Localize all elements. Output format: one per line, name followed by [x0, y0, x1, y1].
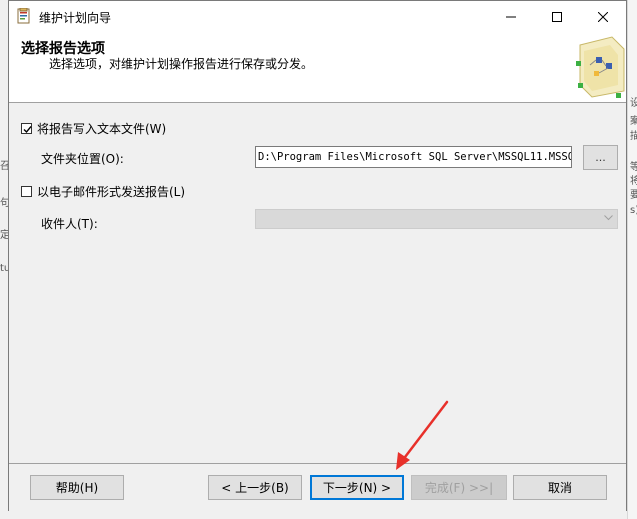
wizard-header: 选择报告选项 选择选项，对维护计划操作报告进行保存或分发。	[9, 32, 626, 103]
help-button[interactable]: 帮助(H)	[30, 475, 124, 500]
browse-folder-button[interactable]: ...	[583, 145, 618, 170]
write-to-file-checkbox[interactable]	[21, 123, 32, 134]
folder-location-input[interactable]: D:\Program Files\Microsoft SQL Server\MS…	[255, 146, 572, 168]
checkmark-icon	[23, 126, 32, 134]
minimize-icon	[506, 16, 516, 17]
window-title: 维护计划向导	[39, 11, 112, 25]
finish-button: 完成(F) >>|	[411, 475, 507, 500]
options-panel: 将报告写入文本文件(W) 文件夹位置(O): D:\Program Files\…	[9, 103, 626, 453]
bg-fragment: 设	[630, 94, 637, 109]
cancel-button[interactable]: 取消	[513, 475, 607, 500]
bg-fragment: 将	[630, 172, 637, 187]
bg-fragment: 案	[630, 112, 637, 127]
wizard-app-icon	[16, 7, 32, 24]
chevron-down-icon	[604, 215, 613, 221]
folder-location-label: 文件夹位置(O):	[41, 152, 124, 166]
wizard-banner-icon	[576, 36, 625, 98]
wizard-window: 维护计划向导 选择报告选项 选择选项，对维护计划操作报告进行保存或分发。 将报告…	[8, 0, 627, 512]
write-to-file-option[interactable]: 将报告写入文本文件(W)	[21, 120, 166, 137]
close-icon	[598, 11, 608, 22]
email-report-label: 以电子邮件形式发送报告(L)	[37, 185, 186, 199]
bg-fragment: 描	[630, 127, 637, 142]
write-to-file-label: 将报告写入文本文件(W)	[37, 122, 167, 136]
minimize-button[interactable]	[488, 1, 534, 32]
bg-fragment: 等	[630, 158, 637, 173]
bg-fragment: 要	[630, 186, 637, 201]
back-button[interactable]: < 上一步(B)	[208, 475, 302, 500]
background-app-strip: 设 案 描 等 将 要 s)	[627, 0, 637, 519]
email-report-checkbox[interactable]	[21, 186, 32, 197]
close-button[interactable]	[580, 1, 626, 32]
recipient-dropdown[interactable]	[255, 209, 618, 229]
maximize-button[interactable]	[534, 1, 580, 32]
email-report-option[interactable]: 以电子邮件形式发送报告(L)	[21, 183, 185, 200]
page-subtitle: 选择选项，对维护计划操作报告进行保存或分发。	[49, 57, 314, 71]
title-bar[interactable]: 维护计划向导	[9, 1, 626, 32]
next-button[interactable]: 下一步(N) >	[310, 475, 404, 500]
wizard-footer: 帮助(H) < 上一步(B) 下一步(N) > 完成(F) >>| 取消	[9, 463, 626, 512]
bg-fragment: s)	[630, 205, 637, 216]
recipient-label: 收件人(T):	[41, 217, 98, 231]
maximize-icon	[552, 11, 562, 22]
